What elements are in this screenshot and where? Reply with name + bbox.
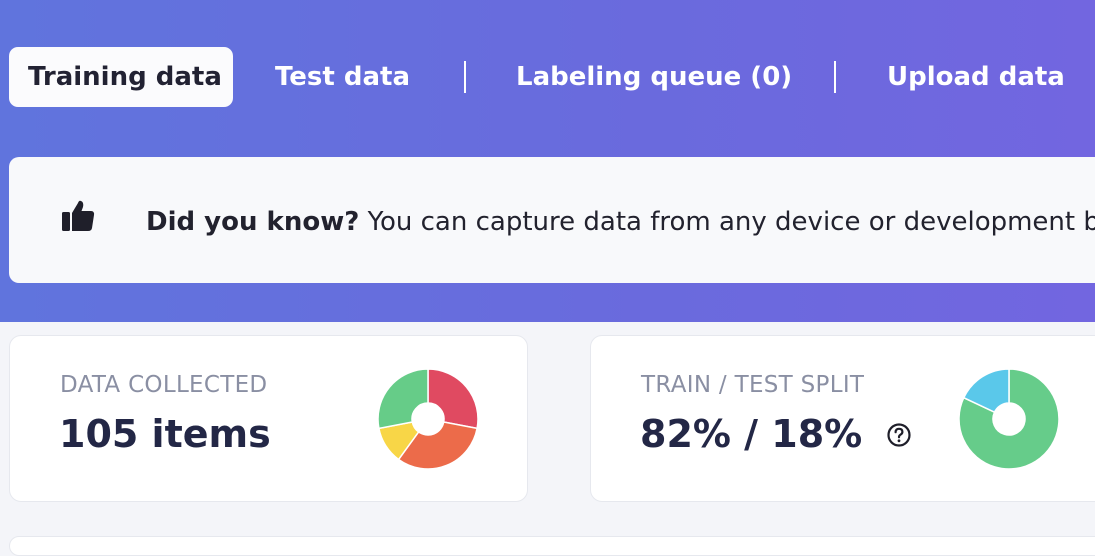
train-test-split-label: TRAIN / TEST SPLIT [641,372,865,398]
train-test-split-donut [959,369,1059,469]
question-circle-icon[interactable] [886,422,912,448]
data-collected-donut [378,369,478,469]
train-test-split-card: TRAIN / TEST SPLIT 82% / 18% [590,335,1095,502]
donut-slice [427,369,478,430]
tab-training-data[interactable]: Training data [9,47,233,107]
dataset-panel [9,536,1095,556]
donut-slice [378,369,429,430]
did-you-know-banner: Did you know? You can capture data from … [9,157,1095,283]
banner-message: Did you know? You can capture data from … [146,204,1095,240]
tab-separator [464,61,466,93]
data-collected-card: DATA COLLECTED 105 items [9,335,528,502]
tab-separator [834,61,836,93]
data-collected-value: 105 items [59,412,271,456]
banner-heading: Did you know? [146,207,360,237]
thumbs-up-icon [61,198,95,232]
banner-body: You can capture data from any device or … [367,207,1095,237]
data-tabs: Training data Test data Labeling queue (… [0,0,1095,130]
tab-labeling-queue[interactable]: Labeling queue (0) [516,47,792,107]
tab-upload-data[interactable]: Upload data [887,47,1065,107]
data-collected-label: DATA COLLECTED [60,372,268,398]
tab-test-data[interactable]: Test data [275,47,410,107]
train-test-split-value: 82% / 18% [640,412,863,456]
